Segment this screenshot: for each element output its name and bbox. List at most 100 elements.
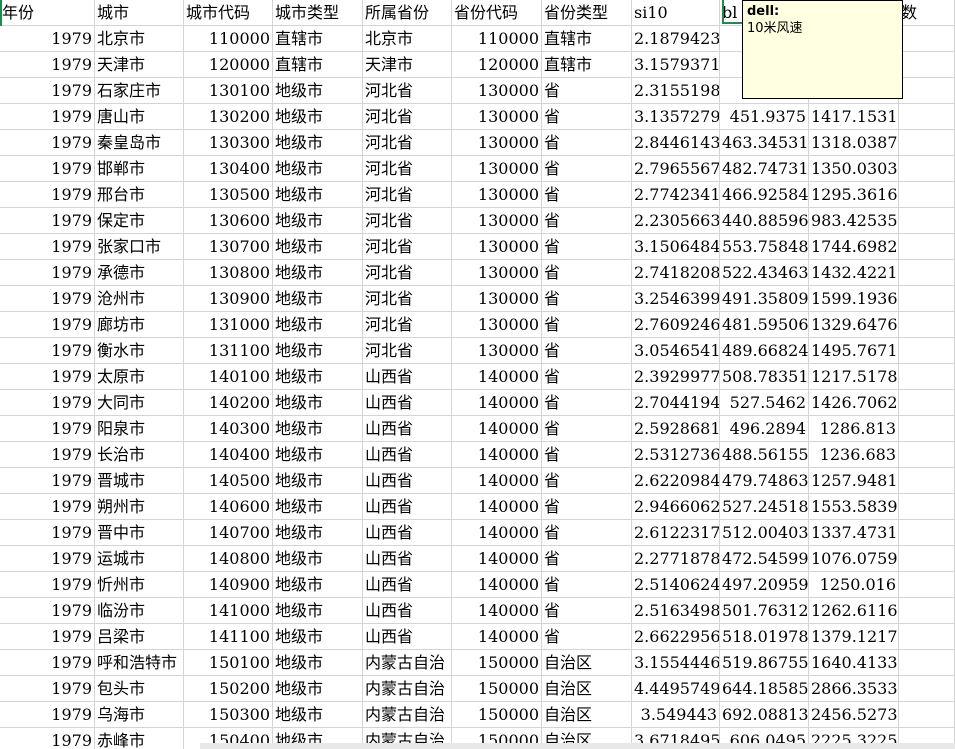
table-cell[interactable]: 省: [542, 286, 632, 312]
table-cell[interactable]: 1979: [0, 572, 95, 598]
table-cell[interactable]: 140100: [184, 364, 273, 390]
table-cell[interactable]: 自治区: [542, 702, 632, 728]
table-cell[interactable]: 130200: [184, 104, 273, 130]
table-cell[interactable]: 省: [542, 104, 632, 130]
table-cell[interactable]: 3.1506484: [632, 234, 720, 260]
table-cell[interactable]: [899, 130, 955, 156]
table-cell[interactable]: 地级市: [273, 468, 363, 494]
table-cell[interactable]: 赤峰市: [95, 728, 184, 749]
table-cell[interactable]: 天津市: [363, 52, 452, 78]
table-cell[interactable]: 1417.1531: [809, 104, 899, 130]
table-cell[interactable]: 直辖市: [542, 26, 632, 52]
table-cell[interactable]: 140000: [452, 624, 542, 650]
table-cell[interactable]: 3.0546541: [632, 338, 720, 364]
table-cell[interactable]: 1286.813: [809, 416, 899, 442]
table-cell[interactable]: 地级市: [273, 156, 363, 182]
table-cell[interactable]: 1979: [0, 728, 95, 749]
table-cell[interactable]: 130000: [452, 156, 542, 182]
table-cell[interactable]: [899, 234, 955, 260]
table-cell[interactable]: 150000: [452, 676, 542, 702]
table-cell[interactable]: 527.24518: [720, 494, 809, 520]
table-cell[interactable]: 2.7418208: [632, 260, 720, 286]
table-cell[interactable]: 省: [542, 364, 632, 390]
table-cell[interactable]: 晋城市: [95, 468, 184, 494]
table-cell[interactable]: 地级市: [273, 130, 363, 156]
table-cell[interactable]: 466.92584: [720, 182, 809, 208]
table-cell[interactable]: 140000: [452, 546, 542, 572]
table-cell[interactable]: 内蒙古自治: [363, 676, 452, 702]
table-cell[interactable]: 地级市: [273, 624, 363, 650]
table-cell[interactable]: 省: [542, 130, 632, 156]
table-cell[interactable]: 1979: [0, 234, 95, 260]
table-cell[interactable]: [899, 676, 955, 702]
column-header[interactable]: 年份: [0, 0, 95, 26]
table-cell[interactable]: 522.43463: [720, 260, 809, 286]
table-cell[interactable]: 1979: [0, 546, 95, 572]
table-cell[interactable]: 1318.0387: [809, 130, 899, 156]
table-cell[interactable]: 508.78351: [720, 364, 809, 390]
table-cell[interactable]: 130000: [452, 208, 542, 234]
table-cell[interactable]: [899, 312, 955, 338]
table-cell[interactable]: 527.5462: [720, 390, 809, 416]
table-cell[interactable]: 2.5163498: [632, 598, 720, 624]
table-cell[interactable]: 省: [542, 182, 632, 208]
table-cell[interactable]: 1295.3616: [809, 182, 899, 208]
table-cell[interactable]: 山西省: [363, 416, 452, 442]
table-cell[interactable]: 140000: [452, 520, 542, 546]
table-cell[interactable]: 519.86755: [720, 650, 809, 676]
table-cell[interactable]: 山西省: [363, 572, 452, 598]
table-cell[interactable]: 地级市: [273, 572, 363, 598]
table-cell[interactable]: 沧州市: [95, 286, 184, 312]
table-cell[interactable]: [899, 78, 955, 104]
table-cell[interactable]: [899, 208, 955, 234]
table-cell[interactable]: 北京市: [95, 26, 184, 52]
table-cell[interactable]: 大同市: [95, 390, 184, 416]
table-cell[interactable]: 150300: [184, 702, 273, 728]
table-cell[interactable]: 472.54599: [720, 546, 809, 572]
table-cell[interactable]: 440.88596: [720, 208, 809, 234]
table-cell[interactable]: [899, 416, 955, 442]
table-cell[interactable]: 1979: [0, 702, 95, 728]
table-cell[interactable]: 2.5140624: [632, 572, 720, 598]
table-cell[interactable]: 1979: [0, 338, 95, 364]
table-cell[interactable]: 山西省: [363, 390, 452, 416]
table-cell[interactable]: [899, 546, 955, 572]
table-cell[interactable]: 省: [542, 338, 632, 364]
table-cell[interactable]: 2.9466062: [632, 494, 720, 520]
table-cell[interactable]: 承德市: [95, 260, 184, 286]
table-cell[interactable]: 地级市: [273, 390, 363, 416]
table-cell[interactable]: 吕梁市: [95, 624, 184, 650]
table-cell[interactable]: 644.18585: [720, 676, 809, 702]
table-cell[interactable]: 地级市: [273, 286, 363, 312]
table-cell[interactable]: 451.9375: [720, 104, 809, 130]
table-cell[interactable]: 482.74731: [720, 156, 809, 182]
table-cell[interactable]: 140000: [452, 364, 542, 390]
table-cell[interactable]: 2.6122317: [632, 520, 720, 546]
table-cell[interactable]: 140500: [184, 468, 273, 494]
table-cell[interactable]: 130000: [452, 78, 542, 104]
table-cell[interactable]: 1432.4221: [809, 260, 899, 286]
table-cell[interactable]: 地级市: [273, 650, 363, 676]
table-cell[interactable]: 463.34531: [720, 130, 809, 156]
table-cell[interactable]: 省: [542, 494, 632, 520]
table-cell[interactable]: 朔州市: [95, 494, 184, 520]
table-cell[interactable]: 地级市: [273, 364, 363, 390]
table-cell[interactable]: 唐山市: [95, 104, 184, 130]
table-cell[interactable]: 直辖市: [273, 26, 363, 52]
table-cell[interactable]: 直辖市: [542, 52, 632, 78]
table-cell[interactable]: 河北省: [363, 260, 452, 286]
table-cell[interactable]: 1599.1936: [809, 286, 899, 312]
table-cell[interactable]: 1979: [0, 416, 95, 442]
table-cell[interactable]: 邢台市: [95, 182, 184, 208]
table-cell[interactable]: 地级市: [273, 546, 363, 572]
table-cell[interactable]: 地级市: [273, 416, 363, 442]
table-cell[interactable]: 1744.6982: [809, 234, 899, 260]
table-cell[interactable]: 110000: [184, 26, 273, 52]
table-cell[interactable]: 1979: [0, 520, 95, 546]
table-cell[interactable]: [899, 494, 955, 520]
table-cell[interactable]: 120000: [184, 52, 273, 78]
table-cell[interactable]: 140000: [452, 494, 542, 520]
table-cell[interactable]: 省: [542, 442, 632, 468]
table-cell[interactable]: 481.59506: [720, 312, 809, 338]
table-cell[interactable]: 140000: [452, 468, 542, 494]
